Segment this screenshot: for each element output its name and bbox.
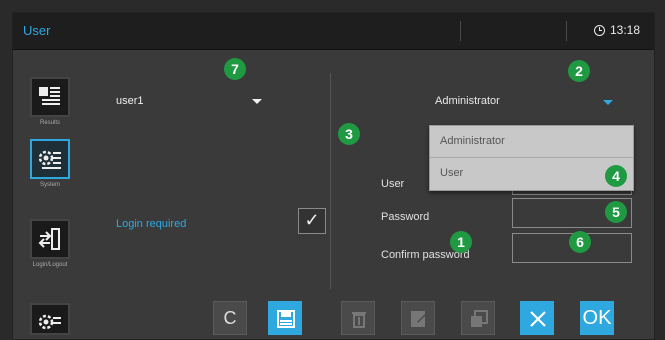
role-select[interactable]: Administrator	[435, 95, 500, 107]
edit-button[interactable]	[401, 301, 435, 335]
user-screen: User 13:18 Results System Login/Logout u…	[12, 12, 655, 340]
annotation-badge-1: 1	[450, 231, 472, 253]
close-button[interactable]	[520, 301, 554, 335]
login-required-label: Login required	[116, 218, 187, 230]
annotation-badge-6: 6	[569, 231, 591, 253]
delete-button[interactable]	[341, 301, 375, 335]
ok-button[interactable]: OK	[580, 301, 614, 335]
sidebar-item-settings[interactable]	[25, 303, 75, 335]
copy-icon	[471, 310, 488, 327]
chevron-down-icon	[252, 99, 262, 104]
annotation-badge-5: 5	[605, 201, 627, 223]
login-logout-icon	[38, 228, 60, 250]
sidebar-item-label: Results	[39, 120, 60, 126]
page-title: User	[23, 23, 51, 38]
user-select[interactable]: user1	[116, 95, 276, 107]
topbar-divider	[460, 21, 461, 41]
top-bar: User 13:18	[13, 13, 654, 50]
annotation-badge-7: 7	[224, 58, 246, 80]
annotation-badge-4: 4	[605, 165, 627, 187]
role-dropdown: Administrator User	[429, 125, 634, 191]
sidebar-item-label: Login/Logout	[32, 262, 68, 268]
role-chevron-down-icon[interactable]	[603, 100, 613, 105]
edit-icon	[411, 311, 427, 327]
sidebar-item-system[interactable]: System	[25, 139, 75, 188]
settings-icon	[38, 314, 61, 330]
annotation-badge-3: 3	[338, 123, 360, 145]
clock: 13:18	[593, 23, 640, 37]
sidebar: Results System Login/Logout	[13, 50, 85, 339]
topbar-divider	[566, 21, 567, 41]
user-select-value: user1	[116, 95, 144, 107]
trash-icon	[352, 312, 366, 328]
copy-button[interactable]	[461, 301, 495, 335]
role-option-administrator[interactable]: Administrator	[430, 126, 633, 157]
close-icon	[530, 311, 546, 327]
role-option-user[interactable]: User	[430, 157, 633, 189]
login-required-checkbox[interactable]: ✓	[298, 208, 326, 234]
annotation-badge-2: 2	[568, 60, 590, 82]
results-icon	[39, 87, 60, 105]
save-button[interactable]	[268, 301, 302, 335]
cancel-button[interactable]: C	[213, 301, 247, 335]
sidebar-item-results[interactable]: Results	[25, 77, 75, 126]
clock-time: 13:18	[609, 23, 640, 37]
role-select-value: Administrator	[435, 95, 500, 107]
user-label: User	[381, 178, 405, 190]
save-icon	[277, 310, 295, 328]
system-icon	[38, 150, 61, 169]
panel-divider	[330, 73, 331, 289]
clock-icon	[593, 24, 605, 36]
password-label: Password	[381, 211, 430, 223]
sidebar-item-login-logout[interactable]: Login/Logout	[25, 219, 75, 268]
sidebar-item-label: System	[39, 182, 60, 188]
